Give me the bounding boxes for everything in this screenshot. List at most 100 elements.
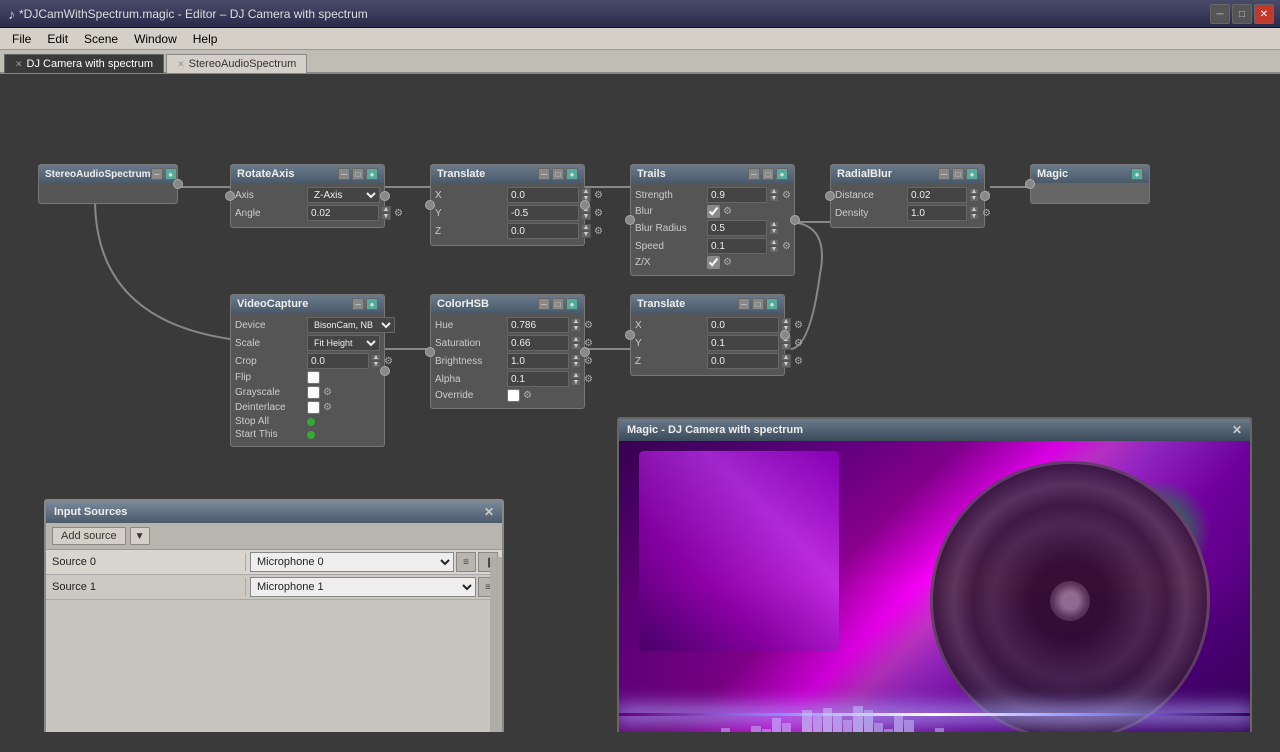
trails-zx-checkbox[interactable]	[707, 256, 720, 269]
trails-blur-gear[interactable]: ⚙	[723, 206, 732, 217]
node-trails-min[interactable]: ─	[748, 168, 760, 180]
node-rb-sq[interactable]: □	[952, 168, 964, 180]
t2-y-gear[interactable]: ⚙	[794, 338, 803, 349]
trails-zx-gear[interactable]: ⚙	[723, 257, 732, 268]
node-trails-input[interactable]	[625, 215, 635, 225]
rotate-angle-gear[interactable]: ⚙	[394, 208, 403, 219]
node-rotate-input[interactable]	[225, 191, 235, 201]
trails-speed-down[interactable]: ▼	[769, 246, 779, 253]
t1-y-gear[interactable]: ⚙	[594, 208, 603, 219]
node-t1-input[interactable]	[425, 200, 435, 210]
menu-scene[interactable]: Scene	[76, 28, 126, 49]
hsb-hue-down[interactable]: ▼	[571, 325, 581, 332]
rotate-angle-input[interactable]	[307, 205, 379, 221]
trails-blurradius-input[interactable]	[707, 220, 767, 236]
trails-speed-input[interactable]	[707, 238, 767, 254]
hsb-bright-down[interactable]: ▼	[571, 361, 581, 368]
trails-strength-up[interactable]: ▲	[769, 188, 779, 195]
hsb-override-gear[interactable]: ⚙	[523, 390, 532, 401]
hsb-alpha-gear[interactable]: ⚙	[584, 374, 593, 385]
trails-speed-gear[interactable]: ⚙	[782, 241, 791, 252]
node-t1-min[interactable]: ─	[538, 168, 550, 180]
t2-x-up[interactable]: ▲	[781, 318, 791, 325]
node-t2-min[interactable]: ─	[738, 298, 750, 310]
input-sources-close[interactable]: ✕	[484, 505, 494, 519]
hsb-bright-gear[interactable]: ⚙	[584, 356, 593, 367]
node-magic-green[interactable]: ●	[1131, 168, 1143, 180]
rb-density-down[interactable]: ▼	[969, 213, 979, 220]
node-rotate-sq[interactable]: □	[352, 168, 364, 180]
vc-grayscale-checkbox[interactable]	[307, 386, 320, 399]
node-trails-green[interactable]: ●	[776, 168, 788, 180]
tab-dj-camera[interactable]: ✕ DJ Camera with spectrum	[4, 54, 164, 73]
vc-startthis-dot[interactable]	[307, 431, 315, 439]
node-hsb-output[interactable]	[580, 347, 590, 357]
menu-window[interactable]: Window	[126, 28, 185, 49]
node-t2-green[interactable]: ●	[766, 298, 778, 310]
source-1-select[interactable]: Microphone 0 Microphone 1 Line In	[250, 577, 476, 597]
node-t2-input[interactable]	[625, 330, 635, 340]
vc-grayscale-gear[interactable]: ⚙	[323, 387, 332, 398]
rb-density-gear[interactable]: ⚙	[982, 208, 991, 219]
vc-crop-up[interactable]: ▲	[371, 354, 381, 361]
vc-deinterlace-checkbox[interactable]	[307, 401, 320, 414]
add-source-button[interactable]: Add source	[52, 527, 126, 545]
trails-strength-down[interactable]: ▼	[769, 195, 779, 202]
hsb-hue-gear[interactable]: ⚙	[584, 320, 593, 331]
rotate-angle-down[interactable]: ▼	[381, 213, 391, 220]
node-trails-output[interactable]	[790, 215, 800, 225]
menu-help[interactable]: Help	[185, 28, 226, 49]
trails-blur-checkbox[interactable]	[707, 205, 720, 218]
rotate-angle-up[interactable]: ▲	[381, 206, 391, 213]
vc-stopall-dot[interactable]	[307, 418, 315, 426]
trails-strength-input[interactable]	[707, 187, 767, 203]
hsb-hue-up[interactable]: ▲	[571, 318, 581, 325]
t1-y-input[interactable]	[507, 205, 579, 221]
hsb-bright-input[interactable]	[507, 353, 569, 369]
vc-scale-select[interactable]: Fit Height Fit Width Stretch	[307, 335, 380, 351]
rb-density-input[interactable]	[907, 205, 967, 221]
source-0-remove[interactable]: ≡	[456, 552, 476, 572]
node-vc-output[interactable]	[380, 366, 390, 376]
node-stereo-audio-min[interactable]: ─	[151, 168, 163, 180]
node-hsb-green[interactable]: ●	[566, 298, 578, 310]
rotate-axis-select[interactable]: Z-Axis X-Axis Y-Axis	[307, 187, 380, 203]
node-magic-input[interactable]	[1025, 179, 1035, 189]
node-stereo-audio-output[interactable]	[173, 179, 183, 189]
close-button[interactable]: ✕	[1254, 4, 1274, 24]
t1-z-up[interactable]: ▲	[581, 224, 591, 231]
menu-edit[interactable]: Edit	[39, 28, 76, 49]
node-t1-green[interactable]: ●	[566, 168, 578, 180]
node-stereo-audio-green[interactable]: ●	[165, 168, 177, 180]
node-rotate-output[interactable]	[380, 191, 390, 201]
t2-y-down[interactable]: ▼	[781, 343, 791, 350]
node-t1-output[interactable]	[580, 200, 590, 210]
t1-z-down[interactable]: ▼	[581, 231, 591, 238]
vc-flip-checkbox[interactable]	[307, 371, 320, 384]
t2-z-down[interactable]: ▼	[781, 361, 791, 368]
trails-strength-gear[interactable]: ⚙	[782, 190, 791, 201]
node-trails-sq[interactable]: □	[762, 168, 774, 180]
source-0-select[interactable]: Microphone 0 Microphone 1 Line In	[250, 552, 454, 572]
maximize-button[interactable]: □	[1232, 4, 1252, 24]
trails-blurradius-up[interactable]: ▲	[769, 221, 779, 228]
rb-distance-input[interactable]	[907, 187, 967, 203]
t2-z-gear[interactable]: ⚙	[794, 356, 803, 367]
node-hsb-sq[interactable]: □	[552, 298, 564, 310]
t1-x-gear[interactable]: ⚙	[594, 190, 603, 201]
node-rotate-min[interactable]: ─	[338, 168, 350, 180]
hsb-alpha-up[interactable]: ▲	[571, 372, 581, 379]
node-t2-sq[interactable]: □	[752, 298, 764, 310]
t1-z-input[interactable]	[507, 223, 579, 239]
node-t2-output[interactable]	[780, 330, 790, 340]
node-vc-green[interactable]: ●	[366, 298, 378, 310]
t1-x-input[interactable]	[507, 187, 579, 203]
rb-distance-up[interactable]: ▲	[969, 188, 979, 195]
rb-density-up[interactable]: ▲	[969, 206, 979, 213]
t2-x-gear[interactable]: ⚙	[794, 320, 803, 331]
node-rb-green[interactable]: ●	[966, 168, 978, 180]
menu-file[interactable]: File	[4, 28, 39, 49]
node-hsb-input[interactable]	[425, 347, 435, 357]
t2-z-up[interactable]: ▲	[781, 354, 791, 361]
vc-crop-down[interactable]: ▼	[371, 361, 381, 368]
